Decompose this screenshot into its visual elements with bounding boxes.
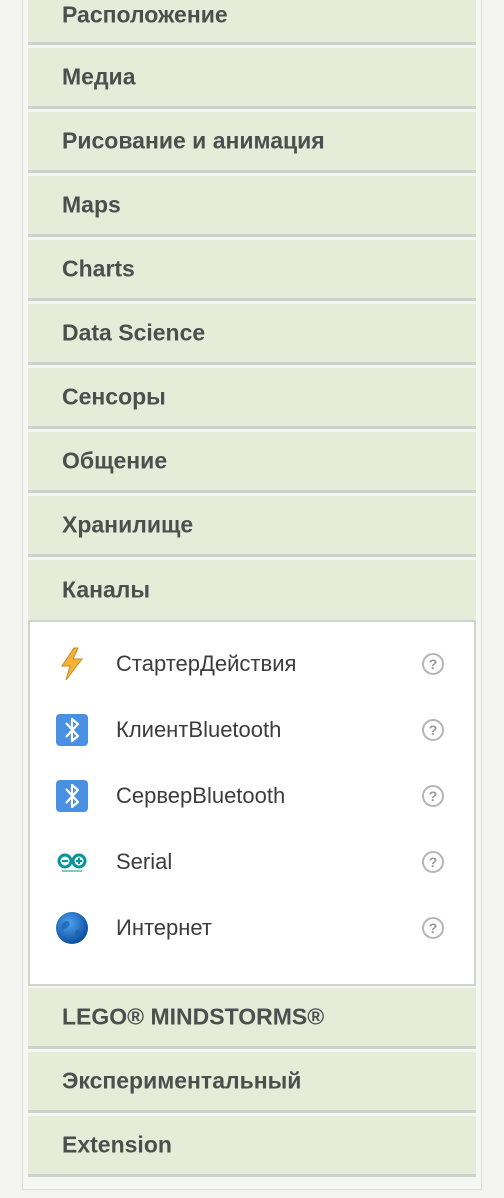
svg-text:?: ?	[429, 920, 438, 936]
lightning-bolt-icon	[61, 647, 84, 681]
drawer-label: Медиа	[62, 63, 136, 90]
svg-text:?: ?	[429, 722, 438, 738]
drawer-drawing-animation[interactable]: Рисование и анимация	[28, 112, 476, 173]
help-icon[interactable]: ?	[421, 718, 445, 742]
drawer-label: Расположение	[62, 1, 228, 28]
component-activity-starter[interactable]: СтартерДействия ?	[30, 631, 474, 697]
globe-icon	[56, 912, 88, 944]
drawer-connectivity[interactable]: Каналы	[28, 560, 476, 620]
component-web[interactable]: Интернет ?	[30, 895, 474, 961]
svg-text:?: ?	[429, 656, 438, 672]
bluetooth-icon	[56, 714, 88, 746]
drawer-label: Data Science	[62, 319, 206, 346]
drawer-data-science[interactable]: Data Science	[28, 304, 476, 365]
drawer-label: Каналы	[62, 576, 151, 603]
component-label: КлиентBluetooth	[116, 717, 282, 742]
drawer-media[interactable]: Медиа	[28, 48, 476, 109]
drawer-label: Экспериментальный	[62, 1067, 302, 1094]
drawer-label: Хранилище	[62, 511, 194, 538]
component-bluetooth-server[interactable]: СерверBluetooth ?	[30, 763, 474, 829]
drawer-label: Extension	[62, 1131, 172, 1158]
help-icon[interactable]: ?	[421, 784, 445, 808]
help-icon[interactable]: ?	[421, 916, 445, 940]
svg-text:?: ?	[429, 788, 438, 804]
drawer-label: LEGO® MINDSTORMS®	[62, 1003, 325, 1030]
drawer-lego-mindstorms[interactable]: LEGO® MINDSTORMS®	[28, 988, 476, 1049]
svg-text:?: ?	[429, 854, 438, 870]
component-label: Serial	[116, 849, 173, 874]
component-label: СерверBluetooth	[116, 783, 286, 808]
drawer-label: Maps	[62, 191, 121, 218]
component-label: СтартерДействия	[116, 651, 297, 676]
drawer-label: Charts	[62, 255, 135, 282]
drawer-maps[interactable]: Maps	[28, 176, 476, 237]
drawer-label: Рисование и анимация	[62, 127, 325, 154]
drawer-label: Сенсоры	[62, 383, 166, 410]
drawer-social[interactable]: Общение	[28, 432, 476, 493]
component-bluetooth-client[interactable]: КлиентBluetooth ?	[30, 697, 474, 763]
arduino-icon	[57, 853, 87, 872]
drawer-storage[interactable]: Хранилище	[28, 496, 476, 557]
drawer-extension[interactable]: Extension	[28, 1116, 476, 1177]
drawer-label: Общение	[62, 447, 168, 474]
component-serial[interactable]: Serial ?	[30, 829, 474, 895]
connectivity-components-list: СтартерДействия ? КлиентBluetooth ? Серв…	[28, 620, 476, 986]
component-label: Интернет	[116, 915, 212, 940]
drawer-experimental[interactable]: Экспериментальный	[28, 1052, 476, 1113]
drawer-charts[interactable]: Charts	[28, 240, 476, 301]
bluetooth-icon	[56, 780, 88, 812]
help-icon[interactable]: ?	[421, 652, 445, 676]
help-icon[interactable]: ?	[421, 850, 445, 874]
drawer-layout[interactable]: Расположение	[28, 0, 476, 45]
drawer-sensors[interactable]: Сенсоры	[28, 368, 476, 429]
